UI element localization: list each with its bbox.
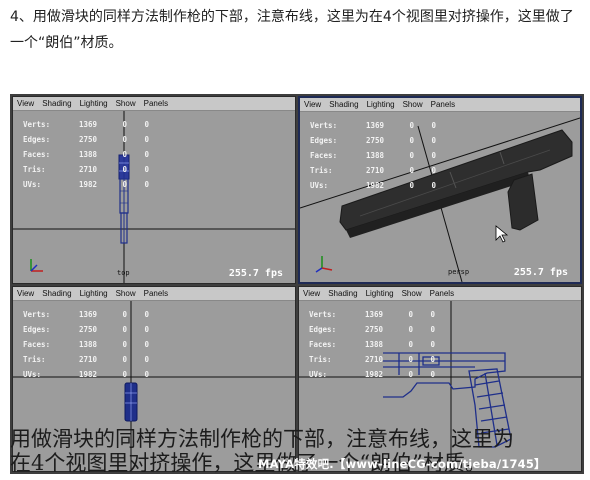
camera-name: persp — [448, 268, 470, 276]
viewport-menubar: View Shading Lighting Show Panels — [299, 287, 581, 301]
viewport-menubar: View Shading Lighting Show Panels — [13, 287, 295, 301]
menu-shading[interactable]: Shading — [329, 100, 358, 109]
caption-line-1: 用做滑块的同样方法制作枪的下部，注意布线，这里为 — [10, 427, 514, 451]
fps-readout: 255.7 fps — [513, 267, 568, 278]
heads-up-stats: Verts: 1369 0 0 Edges: 2750 0 0 Faces: 1388 0 0 T… — [310, 121, 436, 190]
viewport-canvas[interactable]: Verts: 1369 0 0 Edges: 2750 0 0 Faces: 1388 0 0 T… — [300, 112, 580, 282]
menu-lighting[interactable]: Lighting — [366, 289, 394, 298]
camera-name: top — [117, 269, 130, 277]
menu-show[interactable]: Show — [403, 100, 423, 109]
mouse-cursor-icon — [495, 225, 509, 243]
heads-up-stats: Verts: 1369 0 0 Edges: 2750 0 0 Faces: 1388 0 0 T… — [23, 310, 149, 379]
menu-shading[interactable]: Shading — [328, 289, 357, 298]
intro-paragraph: 4、用做滑块的同样方法制作枪的下部，注意布线，这里为在4个视图里对挤操作，这里做… — [10, 9, 574, 51]
menu-view[interactable]: View — [17, 289, 34, 298]
fps-readout: 255.7 fps — [228, 268, 283, 279]
menu-panels[interactable]: Panels — [431, 100, 455, 109]
menu-panels[interactable]: Panels — [430, 289, 454, 298]
menu-show[interactable]: Show — [402, 289, 422, 298]
menu-lighting[interactable]: Lighting — [80, 289, 108, 298]
menu-lighting[interactable]: Lighting — [367, 100, 395, 109]
menu-shading[interactable]: Shading — [42, 99, 71, 108]
heads-up-stats: Verts: 1369 0 0 Edges: 2750 0 0 Faces: 1388 0 0 T… — [23, 120, 149, 189]
menu-show[interactable]: Show — [116, 289, 136, 298]
viewport-persp[interactable]: View Shading Lighting Show Panels Verts:… — [298, 96, 582, 284]
axis-indicator-icon — [30, 259, 43, 272]
axis-indicator-icon — [315, 256, 333, 273]
menu-view[interactable]: View — [303, 289, 320, 298]
menu-panels[interactable]: Panels — [144, 289, 168, 298]
menu-view[interactable]: View — [17, 99, 34, 108]
maya-four-view-screenshot: View Shading Lighting Show Panels Verts:… — [10, 94, 584, 474]
menu-show[interactable]: Show — [116, 99, 136, 108]
viewport-menubar: View Shading Lighting Show Panels — [13, 97, 295, 111]
menu-panels[interactable]: Panels — [144, 99, 168, 108]
menu-view[interactable]: View — [304, 100, 321, 109]
gun-wireframe-front — [124, 382, 138, 422]
site-watermark: MAYA特效吧.【www-lineCG-com/tieba/1745】 — [258, 457, 546, 471]
menu-shading[interactable]: Shading — [42, 289, 71, 298]
menu-lighting[interactable]: Lighting — [80, 99, 108, 108]
viewport-canvas[interactable]: Verts: 1369 0 0 Edges: 2750 0 0 Faces: 1388 0 0 T… — [13, 111, 295, 283]
heads-up-stats: Verts: 1369 0 0 Edges: 2750 0 0 Faces: 1388 0 0 T… — [309, 310, 435, 379]
viewport-top[interactable]: View Shading Lighting Show Panels Verts:… — [12, 96, 296, 284]
viewport-menubar: View Shading Lighting Show Panels — [300, 98, 580, 112]
